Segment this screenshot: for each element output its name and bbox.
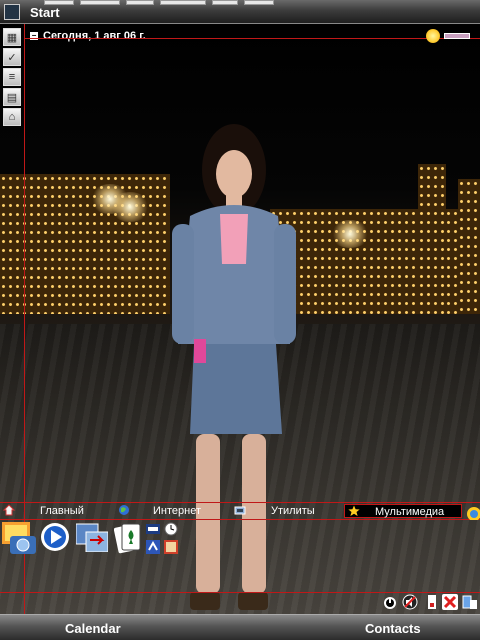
globe-icon	[119, 505, 129, 515]
tab-label: Утилиты	[271, 505, 315, 517]
tab-main[interactable]: Главный	[0, 504, 110, 518]
solitaire-icon[interactable]	[114, 522, 142, 554]
status-mini-icons[interactable]	[444, 33, 470, 39]
home-icon[interactable]: ⌂	[3, 108, 21, 126]
documents-icon[interactable]: ▤	[3, 88, 21, 106]
divider	[0, 519, 480, 520]
volume-icon[interactable]	[402, 594, 418, 610]
battery-icon[interactable]	[424, 594, 440, 610]
notes-icon[interactable]: ≡	[3, 68, 21, 86]
top-strip	[244, 0, 274, 5]
tab-multimedia[interactable]: Мультимедиа	[344, 504, 462, 518]
tasks-icon[interactable]: ✓	[3, 48, 21, 66]
tab-label: Главный	[40, 505, 84, 517]
transfer-icon[interactable]	[76, 522, 108, 552]
camera-icon[interactable]	[146, 522, 160, 536]
today-header[interactable]: − Сегодня, 1 авг 06 г.	[30, 30, 146, 42]
clock-icon[interactable]	[164, 522, 178, 536]
divider	[0, 502, 480, 503]
weather-sun-icon[interactable]	[426, 29, 440, 43]
tower-lights	[418, 164, 446, 314]
home-icon	[3, 504, 15, 516]
top-strip	[212, 0, 238, 5]
calendar-icon[interactable]: ▦	[3, 28, 21, 46]
tab-utilities[interactable]: Утилиты	[231, 504, 339, 518]
wallpaper-photo	[0, 24, 480, 614]
media-player-icon[interactable]	[40, 522, 70, 552]
calendar-softkey[interactable]: Calendar	[65, 621, 121, 636]
tower-lights	[458, 179, 480, 314]
signal-off-icon[interactable]	[442, 594, 458, 610]
building-lights	[0, 174, 170, 314]
tab-internet[interactable]: Интернет	[115, 504, 227, 518]
top-strip	[160, 0, 206, 5]
floodlight	[330, 220, 370, 248]
softkey-bar: Calendar Contacts	[0, 614, 480, 640]
tab-label: Мультимедиа	[375, 506, 445, 518]
start-button[interactable]: Start	[30, 5, 60, 20]
windows-flag-icon[interactable]	[4, 4, 20, 20]
connectivity-icon[interactable]	[462, 594, 478, 610]
contacts-softkey[interactable]: Contacts	[365, 621, 421, 636]
floodlight	[110, 192, 150, 222]
top-strip	[126, 0, 154, 5]
scroll-tabs-icon[interactable]	[464, 504, 480, 520]
divider	[24, 38, 480, 39]
tab-label: Интернет	[153, 505, 201, 517]
pictures-icon[interactable]	[2, 522, 36, 554]
star-icon	[348, 505, 360, 516]
settings-icon[interactable]	[146, 540, 160, 554]
video-icon[interactable]	[164, 540, 178, 554]
top-strip	[80, 0, 120, 5]
alarm-icon[interactable]	[382, 594, 398, 610]
today-date-label: Сегодня, 1 авг 06 г.	[43, 30, 146, 42]
utilities-icon	[234, 506, 246, 515]
top-bar: Start	[0, 0, 480, 24]
divider	[0, 592, 480, 593]
